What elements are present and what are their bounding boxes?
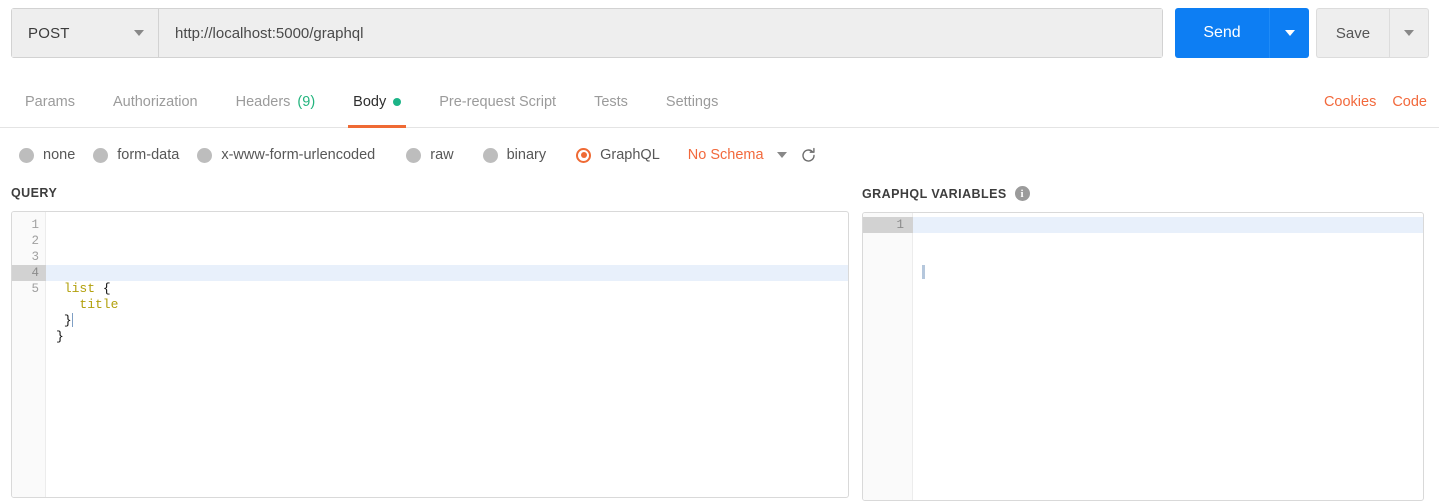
body-active-dot-icon <box>393 97 402 106</box>
query-panel-label: QUERY <box>11 186 849 200</box>
body-type-binary[interactable]: binary <box>482 147 547 163</box>
radio-icon <box>406 147 422 163</box>
tab-authorization[interactable]: Authorization <box>94 75 217 128</box>
body-type-graphql[interactable]: GraphQL <box>576 147 660 163</box>
code-line[interactable]: 1 query { <box>12 217 848 280</box>
radio-label: none <box>43 147 76 163</box>
line-number: 1 <box>31 218 39 232</box>
body-type-raw[interactable]: raw <box>406 147 454 163</box>
tab-bar-actions: Cookies Code <box>1324 75 1427 128</box>
chevron-down-icon <box>1404 30 1414 36</box>
variables-code-editor[interactable]: 1 <box>862 212 1424 501</box>
http-method-label: POST <box>28 24 70 42</box>
tab-body[interactable]: Body <box>334 75 420 128</box>
variables-label-text: GRAPHQL VARIABLES <box>862 186 1007 201</box>
tab-label: Pre-request Script <box>439 93 557 110</box>
query-code-editor[interactable]: 1 query { 2 list { 3 title 4 } <box>11 211 849 498</box>
save-button[interactable]: Save <box>1316 8 1389 58</box>
code-line-active[interactable]: 1 <box>863 217 1423 279</box>
code-link[interactable]: Code <box>1392 94 1427 110</box>
variables-panel-label: GRAPHQL VARIABLES i <box>862 186 1424 201</box>
line-number: 3 <box>31 250 39 264</box>
line-content: } <box>56 329 64 344</box>
url-bar: POST Send Save <box>0 0 1439 66</box>
refresh-schema-icon[interactable] <box>800 147 817 164</box>
radio-icon <box>19 147 34 163</box>
postman-request-builder: POST Send Save Params Authorization <box>0 0 1439 504</box>
line-number: 4 <box>12 265 46 281</box>
radio-icon-selected <box>576 147 592 163</box>
schema-selector: No Schema <box>688 147 817 164</box>
variables-lines: 1 <box>863 217 1423 279</box>
radio-label: GraphQL <box>600 147 660 163</box>
chevron-down-icon <box>134 30 144 36</box>
tab-label: Headers <box>235 93 291 110</box>
radio-label: binary <box>506 147 547 163</box>
code-line[interactable]: 3 title <box>12 249 848 312</box>
body-type-x-www-form-urlencoded[interactable]: x-www-form-urlencoded <box>197 147 375 163</box>
code-line[interactable]: 5 } <box>12 281 848 344</box>
code-line[interactable]: 2 list { <box>12 233 848 296</box>
tab-params[interactable]: Params <box>6 75 94 128</box>
radio-label: form-data <box>117 147 180 163</box>
send-button-group: Send <box>1175 8 1309 58</box>
text-cursor <box>922 265 925 279</box>
tab-tests[interactable]: Tests <box>575 75 647 128</box>
request-tab-bar: Params Authorization Headers (9) Body Pr… <box>0 75 1439 128</box>
request-tabs: Params Authorization Headers (9) Body Pr… <box>6 75 737 128</box>
http-method-dropdown[interactable]: POST <box>12 9 159 57</box>
radio-icon <box>93 147 109 163</box>
line-number: 1 <box>863 217 913 233</box>
line-number: 2 <box>31 234 39 248</box>
save-button-group: Save <box>1316 8 1429 58</box>
chevron-down-icon[interactable] <box>776 152 787 158</box>
radio-label: raw <box>430 147 454 163</box>
request-url-input[interactable] <box>159 9 1162 57</box>
query-label-text: QUERY <box>11 186 58 200</box>
save-options-button[interactable] <box>1389 8 1429 58</box>
body-type-form-data[interactable]: form-data <box>93 147 179 163</box>
line-content <box>863 265 1423 281</box>
line-number: 5 <box>31 282 39 296</box>
method-url-group: POST <box>11 8 1163 58</box>
graphql-editor-area: QUERY 1 query { 2 list { 3 title <box>0 186 1439 504</box>
chevron-down-icon <box>1284 30 1295 36</box>
tab-label: Tests <box>594 93 628 110</box>
headers-count-badge: (9) <box>297 93 316 110</box>
info-icon[interactable]: i <box>1014 186 1030 201</box>
query-panel: QUERY 1 query { 2 list { 3 title <box>11 186 849 498</box>
code-line-active[interactable]: 4 } <box>12 265 848 328</box>
radio-label: x-www-form-urlencoded <box>221 147 376 163</box>
send-options-button[interactable] <box>1269 8 1309 58</box>
tab-pre-request-script[interactable]: Pre-request Script <box>420 75 575 128</box>
schema-label[interactable]: No Schema <box>688 147 764 163</box>
send-button[interactable]: Send <box>1175 8 1269 58</box>
tab-label: Settings <box>665 93 719 110</box>
radio-icon <box>197 147 213 163</box>
query-lines: 1 query { 2 list { 3 title 4 } <box>12 217 848 344</box>
body-type-none[interactable]: none <box>19 147 75 163</box>
body-type-selector: none form-data x-www-form-urlencoded raw… <box>0 131 1439 179</box>
variables-panel: GRAPHQL VARIABLES i 1 <box>862 186 1424 501</box>
tab-label: Body <box>353 93 387 110</box>
cookies-link[interactable]: Cookies <box>1324 94 1376 110</box>
radio-icon <box>482 147 498 163</box>
tab-label: Params <box>25 93 75 110</box>
tab-settings[interactable]: Settings <box>647 75 737 128</box>
tab-label: Authorization <box>112 93 198 110</box>
tab-headers[interactable]: Headers (9) <box>217 75 335 128</box>
